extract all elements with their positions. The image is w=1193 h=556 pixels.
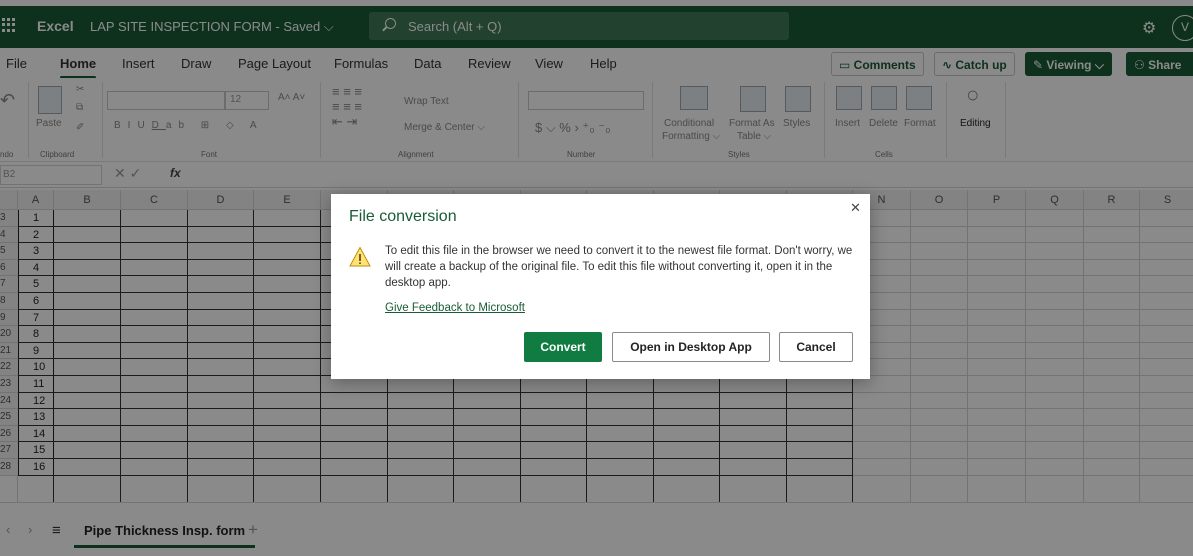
convert-button[interactable]: Convert	[524, 332, 602, 362]
dialog-message: To edit this file in the browser we need…	[385, 245, 853, 289]
feedback-link[interactable]: Give Feedback to Microsoft	[385, 302, 525, 314]
dialog-title: File conversion	[349, 208, 457, 225]
file-conversion-dialog: File conversion ✕ To edit this file in t…	[331, 194, 870, 379]
cancel-button[interactable]: Cancel	[779, 332, 853, 362]
close-icon[interactable]: ✕	[850, 200, 861, 216]
warning-icon	[349, 246, 371, 267]
open-desktop-button[interactable]: Open in Desktop App	[612, 332, 770, 362]
